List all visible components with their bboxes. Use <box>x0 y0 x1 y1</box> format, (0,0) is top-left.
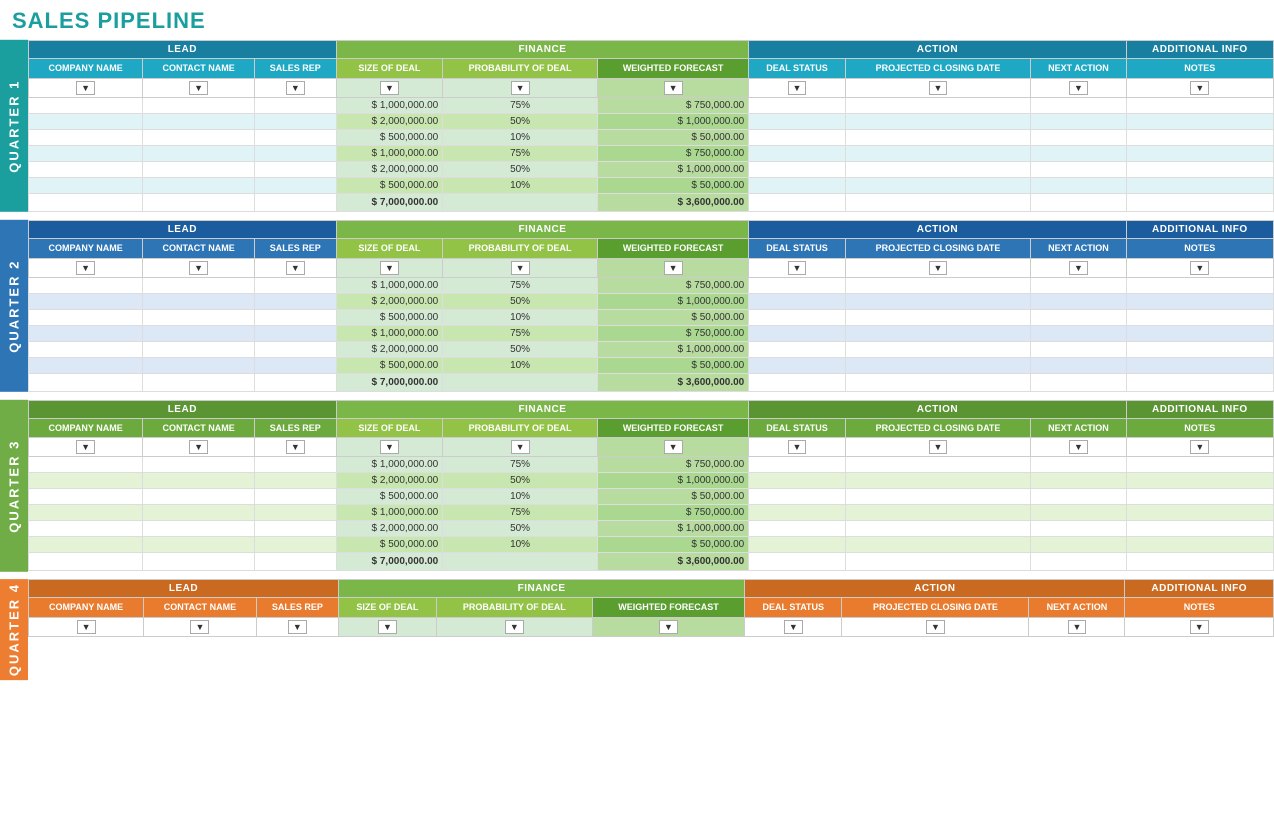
category-header-row: LEADFINANCEACTIONADDITIONAL INFO <box>29 580 1274 598</box>
total-row: $ 7,000,000.00$ 3,600,000.00 <box>29 373 1274 391</box>
table-row: $ 2,000,000.0050%$ 1,000,000.00 <box>29 473 1274 489</box>
filter-dropdown-8[interactable]: ▼ <box>1069 261 1088 275</box>
filter-dropdown-2[interactable]: ▼ <box>286 440 305 454</box>
filter-dropdown-1[interactable]: ▼ <box>189 261 208 275</box>
table-row: $ 1,000,000.0075%$ 750,000.00 <box>29 325 1274 341</box>
table-row: $ 500,000.0010%$ 50,000.00 <box>29 129 1274 145</box>
filter-dropdown-7[interactable]: ▼ <box>929 261 948 275</box>
filter-dropdown-3[interactable]: ▼ <box>378 620 397 634</box>
filter-dropdown-5[interactable]: ▼ <box>664 261 683 275</box>
filter-dropdown-6[interactable]: ▼ <box>788 81 807 95</box>
filter-dropdown-0[interactable]: ▼ <box>76 81 95 95</box>
filter-dropdown-3[interactable]: ▼ <box>380 81 399 95</box>
quarter-1-label: QUARTER 1 <box>0 40 28 212</box>
filter-dropdown-0[interactable]: ▼ <box>77 620 96 634</box>
filter-dropdown-2[interactable]: ▼ <box>288 620 307 634</box>
filter-dropdown-5[interactable]: ▼ <box>659 620 678 634</box>
filter-dropdown-0[interactable]: ▼ <box>76 440 95 454</box>
filter-row[interactable]: ▼ ▼ ▼ ▼ ▼ ▼ ▼ ▼ ▼ ▼ <box>29 618 1274 637</box>
table-row: $ 2,000,000.0050%$ 1,000,000.00 <box>29 293 1274 309</box>
quarter-4-block: QUARTER 4LEADFINANCEACTIONADDITIONAL INF… <box>0 579 1274 680</box>
filter-dropdown-4[interactable]: ▼ <box>511 261 530 275</box>
filter-dropdown-1[interactable]: ▼ <box>189 81 208 95</box>
filter-dropdown-9[interactable]: ▼ <box>1190 261 1209 275</box>
page-title: SALES PIPELINE <box>0 0 1274 40</box>
category-header-row: LEADFINANCEACTIONADDITIONAL INFO <box>29 41 1274 59</box>
quarter-4-label: QUARTER 4 <box>0 579 28 680</box>
sub-header-row: COMPANY NAMECONTACT NAMESALES REPSIZE OF… <box>29 598 1274 618</box>
quarter-2-label: QUARTER 2 <box>0 220 28 392</box>
filter-dropdown-0[interactable]: ▼ <box>76 261 95 275</box>
table-row: $ 1,000,000.0075%$ 750,000.00 <box>29 505 1274 521</box>
filter-row[interactable]: ▼ ▼ ▼ ▼ ▼ ▼ ▼ ▼ ▼ ▼ <box>29 78 1274 97</box>
quarter-1-block: QUARTER 1LEADFINANCEACTIONADDITIONAL INF… <box>0 40 1274 212</box>
filter-dropdown-7[interactable]: ▼ <box>929 81 948 95</box>
category-header-row: LEADFINANCEACTIONADDITIONAL INFO <box>29 400 1274 418</box>
filter-dropdown-1[interactable]: ▼ <box>190 620 209 634</box>
table-row: $ 500,000.0010%$ 50,000.00 <box>29 309 1274 325</box>
filter-dropdown-8[interactable]: ▼ <box>1068 620 1087 634</box>
filter-dropdown-4[interactable]: ▼ <box>505 620 524 634</box>
table-row: $ 1,000,000.0075%$ 750,000.00 <box>29 277 1274 293</box>
table-row: $ 1,000,000.0075%$ 750,000.00 <box>29 457 1274 473</box>
category-header-row: LEADFINANCEACTIONADDITIONAL INFO <box>29 220 1274 238</box>
table-row: $ 2,000,000.0050%$ 1,000,000.00 <box>29 521 1274 537</box>
filter-dropdown-4[interactable]: ▼ <box>511 440 530 454</box>
quarter-2-block: QUARTER 2LEADFINANCEACTIONADDITIONAL INF… <box>0 220 1274 392</box>
filter-dropdown-6[interactable]: ▼ <box>788 440 807 454</box>
filter-dropdown-9[interactable]: ▼ <box>1190 620 1209 634</box>
table-row: $ 1,000,000.0075%$ 750,000.00 <box>29 145 1274 161</box>
filter-dropdown-4[interactable]: ▼ <box>511 81 530 95</box>
filter-dropdown-7[interactable]: ▼ <box>926 620 945 634</box>
quarter-4-table: LEADFINANCEACTIONADDITIONAL INFOCOMPANY … <box>28 579 1274 637</box>
quarter-2-table: LEADFINANCEACTIONADDITIONAL INFOCOMPANY … <box>28 220 1274 392</box>
filter-dropdown-9[interactable]: ▼ <box>1190 81 1209 95</box>
table-row: $ 2,000,000.0050%$ 1,000,000.00 <box>29 113 1274 129</box>
filter-dropdown-6[interactable]: ▼ <box>784 620 803 634</box>
filter-dropdown-7[interactable]: ▼ <box>929 440 948 454</box>
sub-header-row: COMPANY NAMECONTACT NAMESALES REPSIZE OF… <box>29 59 1274 79</box>
filter-dropdown-6[interactable]: ▼ <box>788 261 807 275</box>
filter-dropdown-3[interactable]: ▼ <box>380 440 399 454</box>
filter-dropdown-9[interactable]: ▼ <box>1190 440 1209 454</box>
filter-row[interactable]: ▼ ▼ ▼ ▼ ▼ ▼ ▼ ▼ ▼ ▼ <box>29 258 1274 277</box>
quarter-1-table: LEADFINANCEACTIONADDITIONAL INFOCOMPANY … <box>28 40 1274 212</box>
quarter-3-table: LEADFINANCEACTIONADDITIONAL INFOCOMPANY … <box>28 400 1274 572</box>
sub-header-row: COMPANY NAMECONTACT NAMESALES REPSIZE OF… <box>29 418 1274 438</box>
table-row: $ 2,000,000.0050%$ 1,000,000.00 <box>29 161 1274 177</box>
filter-row[interactable]: ▼ ▼ ▼ ▼ ▼ ▼ ▼ ▼ ▼ ▼ <box>29 438 1274 457</box>
filter-dropdown-8[interactable]: ▼ <box>1069 81 1088 95</box>
filter-dropdown-5[interactable]: ▼ <box>664 440 683 454</box>
total-row: $ 7,000,000.00$ 3,600,000.00 <box>29 193 1274 211</box>
table-row: $ 500,000.0010%$ 50,000.00 <box>29 489 1274 505</box>
filter-dropdown-2[interactable]: ▼ <box>286 81 305 95</box>
filter-dropdown-2[interactable]: ▼ <box>286 261 305 275</box>
quarter-3-block: QUARTER 3LEADFINANCEACTIONADDITIONAL INF… <box>0 400 1274 572</box>
table-row: $ 1,000,000.0075%$ 750,000.00 <box>29 97 1274 113</box>
quarter-3-label: QUARTER 3 <box>0 400 28 572</box>
filter-dropdown-3[interactable]: ▼ <box>380 261 399 275</box>
table-row: $ 500,000.0010%$ 50,000.00 <box>29 537 1274 553</box>
filter-dropdown-5[interactable]: ▼ <box>664 81 683 95</box>
table-row: $ 500,000.0010%$ 50,000.00 <box>29 177 1274 193</box>
table-row: $ 500,000.0010%$ 50,000.00 <box>29 357 1274 373</box>
filter-dropdown-1[interactable]: ▼ <box>189 440 208 454</box>
total-row: $ 7,000,000.00$ 3,600,000.00 <box>29 553 1274 571</box>
table-row: $ 2,000,000.0050%$ 1,000,000.00 <box>29 341 1274 357</box>
sub-header-row: COMPANY NAMECONTACT NAMESALES REPSIZE OF… <box>29 238 1274 258</box>
filter-dropdown-8[interactable]: ▼ <box>1069 440 1088 454</box>
